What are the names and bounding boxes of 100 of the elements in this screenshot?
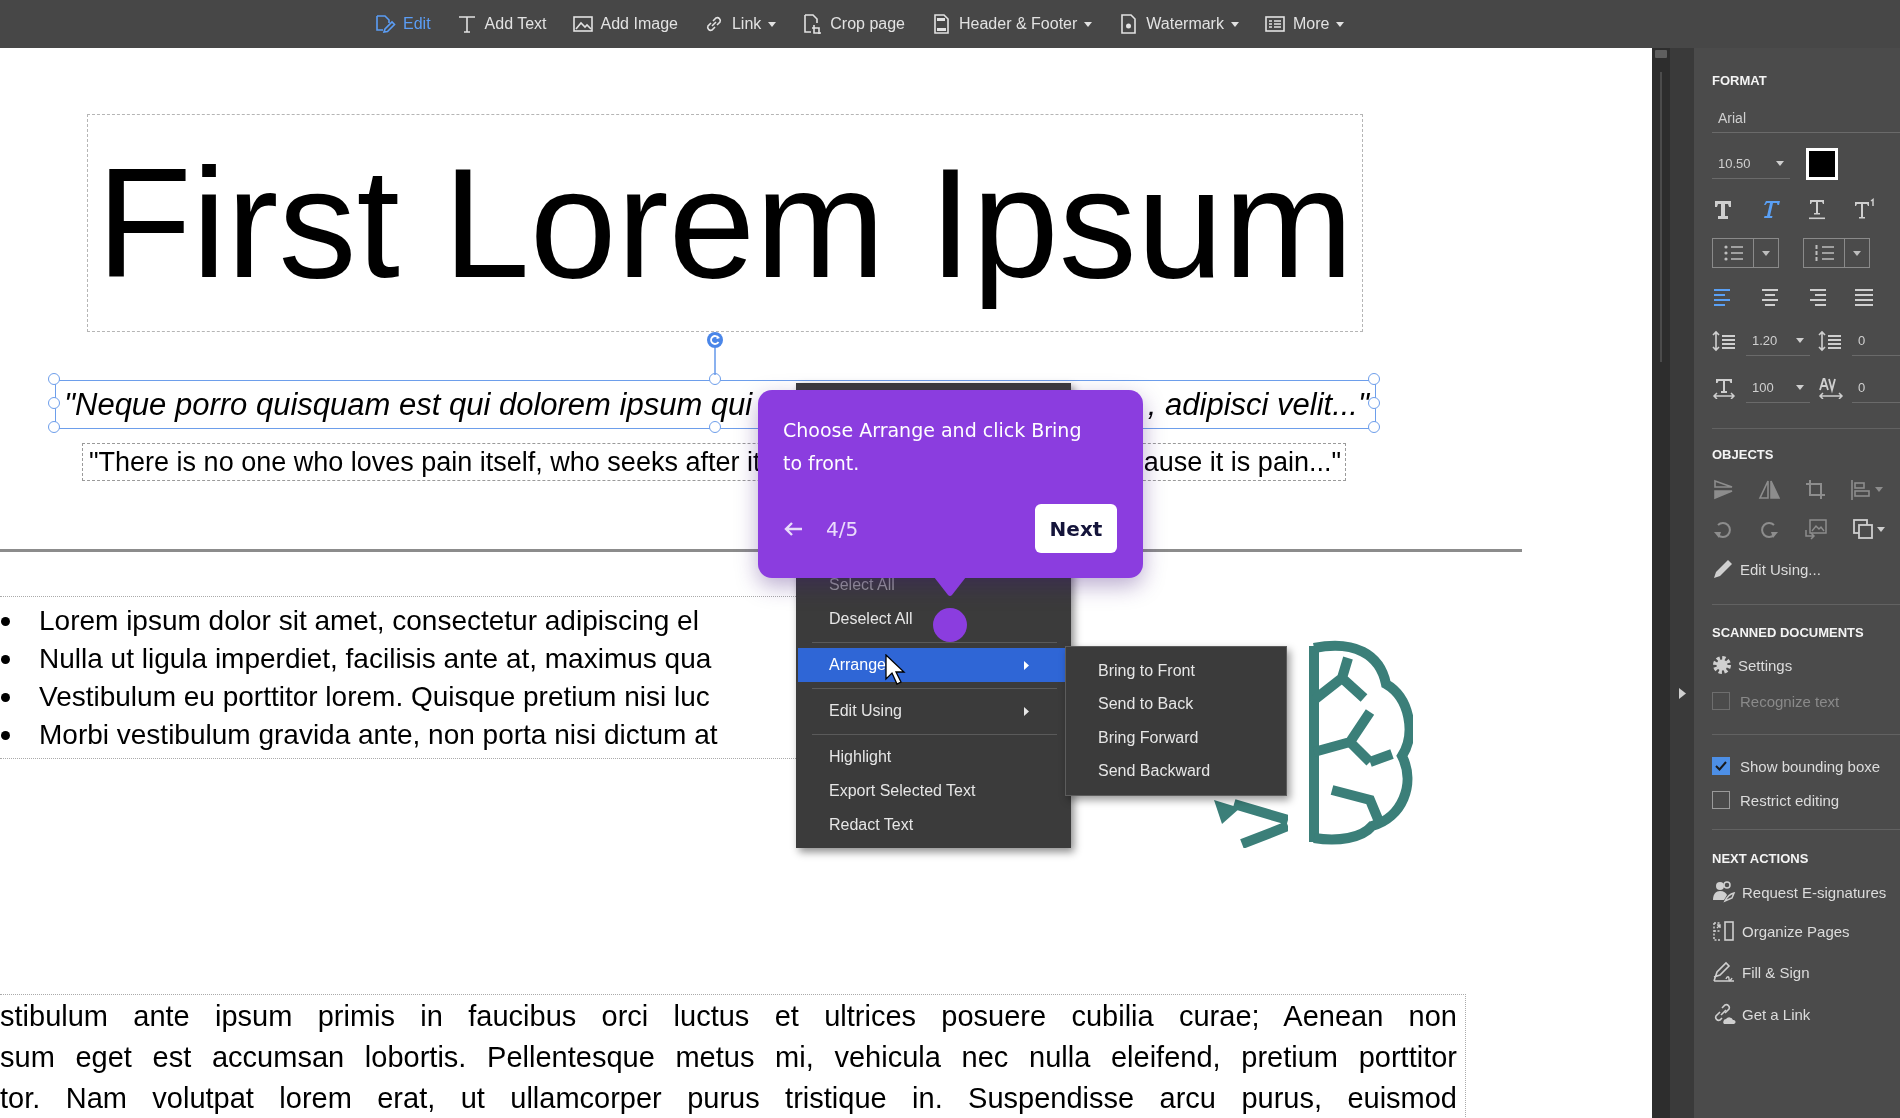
crop-icon xyxy=(801,13,824,35)
caret-icon xyxy=(1776,161,1784,166)
text-scale-icon[interactable] xyxy=(1712,377,1736,399)
toolbar-button[interactable]: Watermark xyxy=(1115,7,1241,41)
checkbox[interactable] xyxy=(1712,791,1730,809)
next-button[interactable]: Next xyxy=(1035,504,1117,553)
scrollbar-thumb[interactable] xyxy=(1655,50,1667,58)
list-item-text: Morbi vestibulum gravida ante, non porta nisi dictum at xyxy=(39,719,718,751)
checkbox-label[interactable]: Restrict editing xyxy=(1740,791,1840,809)
superscript-icon[interactable] xyxy=(1853,198,1875,220)
next-action-link[interactable]: Get a Link xyxy=(1712,1002,1811,1026)
color-swatch[interactable] xyxy=(1806,148,1838,180)
next-action-link[interactable]: Fill & Sign xyxy=(1712,960,1810,984)
flip-icon[interactable] xyxy=(1712,478,1734,500)
cloud-link-icon xyxy=(1712,1002,1736,1026)
list-item-text: Nulla ut ligula imperdiet, facilisis ante at, maximus qua xyxy=(39,643,712,675)
menu-item[interactable]: Deselect All xyxy=(798,602,1069,636)
mirror-icon[interactable] xyxy=(1758,478,1780,500)
section-heading: FORMAT xyxy=(1712,72,1767,88)
line-spacing-field[interactable]: 1.20 xyxy=(1746,326,1810,356)
menu-item[interactable]: Redact Text xyxy=(798,808,1069,842)
toolbar-button[interactable]: Add Image xyxy=(569,7,680,41)
align-icon[interactable] xyxy=(1850,478,1872,500)
underline-icon[interactable] xyxy=(1806,198,1828,220)
pencil-icon xyxy=(374,13,396,35)
toolbar-button[interactable]: More xyxy=(1261,7,1347,41)
bullet-icon xyxy=(1,692,10,702)
align-center-icon[interactable] xyxy=(1759,286,1781,308)
crop-icon[interactable] xyxy=(1804,478,1826,500)
replace-image-icon[interactable] xyxy=(1804,518,1828,540)
resize-handle[interactable] xyxy=(1368,397,1380,409)
numbered-list-icon xyxy=(1813,242,1835,264)
arrange-icon[interactable] xyxy=(1852,518,1874,540)
caret-icon xyxy=(1875,486,1883,492)
back-arrow-icon[interactable] xyxy=(783,520,803,537)
paragraph-line: stibulum ante ipsum primis in faucibus orci luctus et ultrices posuere cubilia curae; Aenean non xyxy=(0,999,1457,1034)
section-heading: NEXT ACTIONS xyxy=(1712,850,1809,866)
list-item-text: Lorem ipsum dolor sit amet, consectetur adipiscing el xyxy=(39,605,699,637)
people-icon xyxy=(1712,880,1736,904)
list-icon xyxy=(1263,13,1286,35)
settings-icon xyxy=(1712,655,1732,675)
checkbox-label[interactable]: Show bounding boxe xyxy=(1740,757,1881,775)
paragraph-spacing-field[interactable]: 0 xyxy=(1852,326,1900,356)
resize-handle[interactable] xyxy=(48,373,60,385)
character-spacing-field[interactable]: 0 xyxy=(1852,373,1900,403)
settings-button[interactable]: Settings xyxy=(1712,655,1793,675)
resize-handle[interactable] xyxy=(709,421,721,433)
resize-handle[interactable] xyxy=(709,373,721,385)
toolbar-button[interactable]: Header & Footer xyxy=(928,7,1095,41)
submenu-item[interactable]: Send to Back xyxy=(1066,687,1286,721)
caret-icon xyxy=(1853,250,1861,256)
next-action-link[interactable]: Request E-signatures xyxy=(1712,880,1887,904)
resize-handle[interactable] xyxy=(48,421,60,433)
pages-icon xyxy=(1712,919,1736,943)
caret-icon xyxy=(1877,526,1885,532)
toolbar-button[interactable]: Crop page xyxy=(799,7,907,41)
text-scale-field[interactable]: 100 xyxy=(1746,373,1810,403)
signature-icon xyxy=(1712,960,1736,984)
title-text: First Lorem Ipsum xyxy=(87,114,1363,332)
edit-using-button[interactable]: Edit Using... xyxy=(1712,558,1821,580)
pencil-icon xyxy=(1712,558,1734,580)
submenu-item[interactable]: Send Backward xyxy=(1066,754,1286,788)
caret-icon xyxy=(1762,250,1770,256)
rotate-handle[interactable] xyxy=(706,331,724,375)
cursor-icon xyxy=(885,654,907,686)
font-size-field[interactable]: 10.50 xyxy=(1712,149,1790,179)
paragraph-spacing-icon[interactable] xyxy=(1818,330,1844,352)
menu-item[interactable]: Edit Using xyxy=(798,694,1069,728)
bold-icon[interactable] xyxy=(1712,198,1734,220)
paragraph-line: tor. Nam volutpat lorem erat, ut ullamcorper purus tristique in. Suspendisse arcu purus, euismod xyxy=(0,1081,1457,1116)
resize-handle[interactable] xyxy=(1368,421,1380,433)
section-heading: OBJECTS xyxy=(1712,446,1774,462)
toolbar-button[interactable]: Link xyxy=(700,7,779,41)
menu-item[interactable]: Export Selected Text xyxy=(798,774,1069,808)
resize-handle[interactable] xyxy=(1368,373,1380,385)
section-heading: SCANNED DOCUMENTS xyxy=(1712,624,1864,640)
submenu-item[interactable]: Bring to Front xyxy=(1066,654,1286,688)
image-icon xyxy=(571,13,594,35)
step-counter: 4/5 xyxy=(826,516,859,541)
numbered-list-button[interactable] xyxy=(1803,238,1870,268)
italic-text: "Neque porro quisquam est qui dolorem ipsum qui xyxy=(64,386,753,423)
justify-icon[interactable] xyxy=(1853,286,1875,308)
resize-handle[interactable] xyxy=(48,397,60,409)
submenu-item[interactable]: Bring Forward xyxy=(1066,721,1286,755)
panel-toggle-icon[interactable] xyxy=(1678,688,1686,699)
list-item-text: Vestibulum eu porttitor lorem. Quisque pretium nisi luc xyxy=(39,681,710,713)
caret-icon xyxy=(1796,385,1804,390)
character-spacing-icon[interactable] xyxy=(1818,377,1844,399)
font-field[interactable]: Arial xyxy=(1712,103,1900,133)
quote-text: ause it is pain..." xyxy=(1143,446,1341,478)
menu-item[interactable]: Highlight xyxy=(798,740,1069,774)
checkbox[interactable] xyxy=(1712,757,1730,775)
next-action-link[interactable]: Organize Pages xyxy=(1712,919,1850,943)
paragraph-line: sum eget est accumsan lobortis. Pellentesque metus mi, vehicula nec nulla eleifend, pretium porttitor xyxy=(0,1040,1457,1075)
italic-text: , adipisci velit..." xyxy=(1147,386,1369,423)
bullet-icon xyxy=(1,654,10,664)
bulleted-list-button[interactable] xyxy=(1712,238,1779,268)
toolbar-button[interactable]: Add Text xyxy=(453,7,549,41)
bullet-icon xyxy=(1,616,10,626)
line-spacing-icon[interactable] xyxy=(1712,330,1736,352)
